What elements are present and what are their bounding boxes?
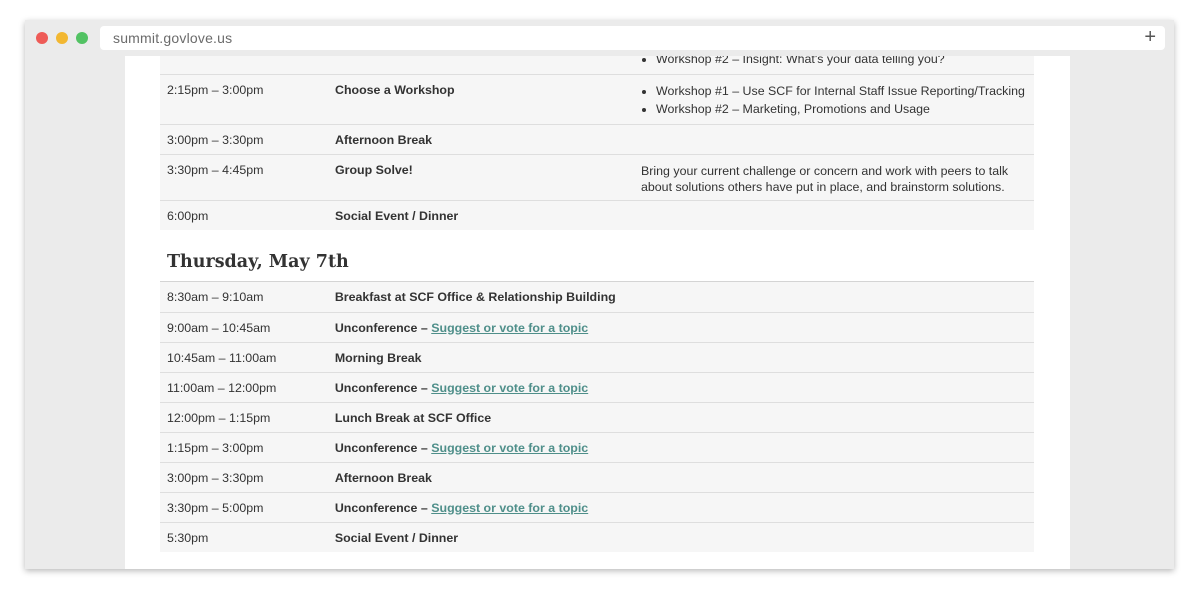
session-title-cell: Breakfast at SCF Office & Relationship B… bbox=[335, 290, 1034, 304]
agenda-schedule: Workshop #2 – Insight: What's your data … bbox=[160, 56, 1034, 552]
day-heading: Thursday, May 7th bbox=[160, 230, 1034, 282]
address-bar[interactable]: summit.govlove.us + bbox=[100, 26, 1165, 50]
suggest-topic-link[interactable]: Suggest or vote for a topic bbox=[431, 501, 588, 515]
table-row: 1:15pm – 3:00pm Unconference – Suggest or… bbox=[160, 432, 1034, 462]
suggest-topic-link[interactable]: Suggest or vote for a topic bbox=[431, 321, 588, 335]
browser-window: summit.govlove.us + Workshop #2 – Insigh… bbox=[25, 20, 1174, 569]
table-row: 3:30pm – 4:45pm Group Solve! Bring your … bbox=[160, 154, 1034, 200]
time-cell: 11:00am – 12:00pm bbox=[167, 380, 277, 395]
table-row: 3:00pm – 3:30pm Afternoon Break bbox=[160, 462, 1034, 492]
list-item: Workshop #1 – Use SCF for Internal Staff… bbox=[656, 82, 1034, 100]
time-cell: 2:15pm – 3:00pm bbox=[167, 83, 264, 97]
minimize-window-button[interactable] bbox=[56, 32, 68, 44]
time-cell: 1:15pm – 3:00pm bbox=[167, 440, 264, 455]
table-row: 2:15pm – 3:00pm Choose a Workshop Worksh… bbox=[160, 74, 1034, 124]
session-title: Unconference – bbox=[334, 440, 428, 455]
time-cell: 12:00pm – 1:15pm bbox=[167, 410, 271, 425]
suggest-topic-link[interactable]: Suggest or vote for a topic bbox=[431, 381, 588, 395]
table-row: 10:45am – 11:00am Morning Break bbox=[160, 342, 1034, 372]
session-title: Unconference – bbox=[334, 320, 428, 335]
table-row: 11:00am – 12:00pm Unconference – Suggest … bbox=[160, 372, 1034, 402]
table-row: 9:00am – 10:45am Unconference – Suggest o… bbox=[160, 312, 1034, 342]
workshop-list: Workshop #1 – Use SCF for Internal Staff… bbox=[641, 82, 1034, 118]
workshop-list: Workshop #2 – Insight: What's your data … bbox=[641, 56, 1034, 68]
session-title-cell: Unconference – Suggest or vote for a top… bbox=[335, 501, 1034, 515]
session-title: Social Event / Dinner bbox=[335, 208, 459, 223]
time-cell: 3:30pm – 5:00pm bbox=[167, 500, 264, 515]
session-title: Unconference – bbox=[334, 500, 428, 515]
session-title-cell: Social Event / Dinner bbox=[335, 531, 1034, 545]
url-text: summit.govlove.us bbox=[113, 30, 233, 46]
time-cell: 8:30am – 9:10am bbox=[167, 290, 264, 304]
table-row: 8:30am – 9:10am Breakfast at SCF Office &… bbox=[160, 282, 1034, 312]
time-cell: 9:00am – 10:45am bbox=[167, 320, 271, 335]
session-title-cell: Morning Break bbox=[335, 351, 1034, 365]
session-title: Afternoon Break bbox=[335, 132, 433, 147]
session-title-cell: Unconference – Suggest or vote for a top… bbox=[335, 381, 1034, 395]
session-title: Group Solve! bbox=[335, 163, 413, 177]
session-title: Breakfast at SCF Office & Relationship B… bbox=[334, 290, 616, 304]
session-description: Bring your current challenge or concern … bbox=[641, 164, 1009, 194]
session-title: Social Event / Dinner bbox=[334, 530, 459, 545]
close-window-button[interactable] bbox=[36, 32, 48, 44]
thursday-schedule: 8:30am – 9:10am Breakfast at SCF Office &… bbox=[160, 282, 1034, 552]
session-title: Afternoon Break bbox=[334, 470, 432, 485]
list-item: Workshop #2 – Marketing, Promotions and … bbox=[656, 100, 1034, 118]
table-row: 6:00pm Social Event / Dinner bbox=[160, 200, 1034, 230]
session-title-cell: Afternoon Break bbox=[335, 471, 1034, 485]
new-tab-button[interactable]: + bbox=[1144, 27, 1156, 47]
session-title: Lunch Break at SCF Office bbox=[334, 410, 492, 425]
table-row: 3:00pm – 3:30pm Afternoon Break bbox=[160, 124, 1034, 154]
session-title: Unconference – bbox=[334, 380, 428, 395]
page-viewport[interactable]: Workshop #2 – Insight: What's your data … bbox=[25, 56, 1174, 569]
time-cell: 3:00pm – 3:30pm bbox=[167, 470, 264, 485]
time-cell: 10:45am – 11:00am bbox=[167, 350, 277, 365]
time-cell: 3:30pm – 4:45pm bbox=[167, 163, 264, 177]
session-details: Workshop #1 – Use SCF for Internal Staff… bbox=[641, 82, 1034, 124]
table-row: 12:00pm – 1:15pm Lunch Break at SCF Offic… bbox=[160, 402, 1034, 432]
time-cell: 3:00pm – 3:30pm bbox=[167, 132, 264, 147]
list-item: Workshop #2 – Insight: What's your data … bbox=[656, 56, 1034, 68]
table-row: 3:30pm – 5:00pm Unconference – Suggest or… bbox=[160, 492, 1034, 522]
table-row: Workshop #2 – Insight: What's your data … bbox=[160, 56, 1034, 74]
suggest-topic-link[interactable]: Suggest or vote for a topic bbox=[431, 441, 588, 455]
session-details: Workshop #2 – Insight: What's your data … bbox=[641, 56, 1034, 68]
session-title-cell: Unconference – Suggest or vote for a top… bbox=[335, 321, 1034, 335]
title-bar: summit.govlove.us + bbox=[25, 20, 1174, 56]
session-title-cell: Unconference – Suggest or vote for a top… bbox=[335, 441, 1034, 455]
maximize-window-button[interactable] bbox=[76, 32, 88, 44]
time-cell: 5:30pm bbox=[167, 530, 209, 545]
session-title: Choose a Workshop bbox=[335, 83, 455, 97]
session-title: Morning Break bbox=[334, 350, 422, 365]
table-row: 5:30pm Social Event / Dinner bbox=[160, 522, 1034, 552]
time-cell: 6:00pm bbox=[167, 208, 209, 223]
page-content: Workshop #2 – Insight: What's your data … bbox=[125, 56, 1070, 569]
session-title-cell: Lunch Break at SCF Office bbox=[335, 411, 1034, 425]
